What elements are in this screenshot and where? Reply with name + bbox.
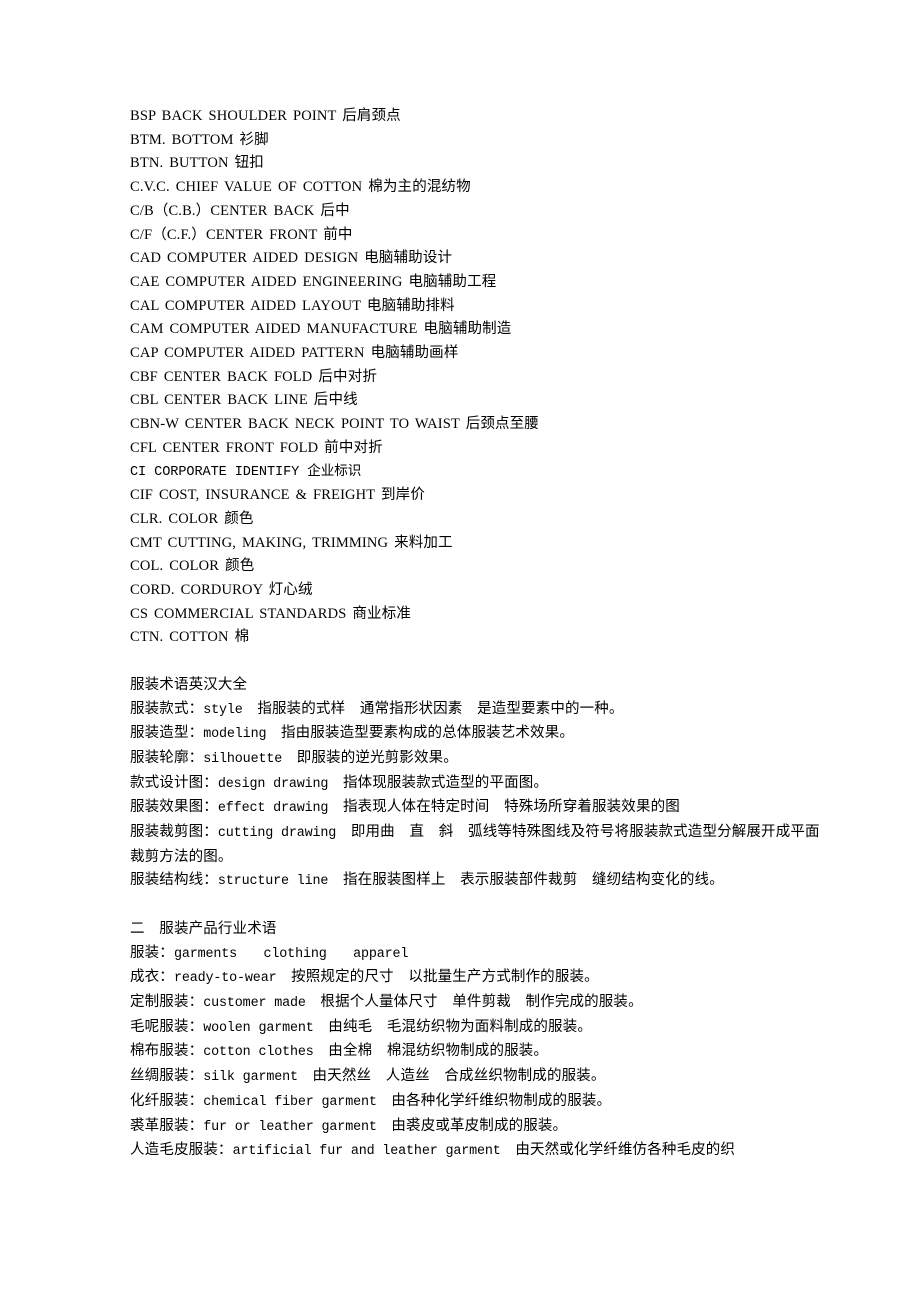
abbreviation-entry: C.V.C. CHIEF VALUE OF COTTON 棉为主的混纺物 (130, 179, 471, 196)
industry-term-entry: 成衣：ready-to-wear 按照规定的尺寸 以批量生产方式制作的服装。 (130, 966, 830, 991)
document-body: BSP BACK SHOULDER POINT 后肩颈点 BTM. BOTTOM … (130, 105, 830, 1164)
term-description: 由裘皮或革皮制成的服装。 (376, 1117, 568, 1134)
abbreviation-entry: CI CORPORATE IDENTIFY 企业标识 (130, 464, 362, 480)
design-term-entry: 服装结构线：structure line 指在服装图样上 表示服装部件裁剪 缝纫… (130, 869, 830, 894)
term-description: 由纯毛 毛混纺织物为面料制成的服装。 (313, 1018, 593, 1035)
term-label-en: modeling (203, 727, 267, 743)
term-label-en: structure line (217, 874, 329, 890)
abbreviation-entry: CAM COMPUTER AIDED MANUFACTURE 电脑辅助制造 (130, 321, 512, 338)
term-label-en: design drawing (217, 776, 329, 792)
term-label-cn: 服装裁剪图： (130, 824, 218, 841)
design-term-entry: 服装款式：style 指服装的式样 通常指形状因素 是造型要素中的一种。 (130, 698, 830, 723)
term-description: 由全棉 棉混纺织物制成的服装。 (313, 1043, 549, 1060)
industry-term-entry: 丝绸服装：silk garment 由天然丝 人造丝 合成丝织物制成的服装。 (130, 1065, 830, 1090)
abbreviation-entry: CS COMMERCIAL STANDARDS 商业标准 (130, 605, 412, 622)
term-label-en: artificial fur and leather garment (232, 1144, 501, 1160)
term-label-en: customer made (203, 995, 306, 1011)
term-description: 根据个人量体尺寸 单件剪裁 制作完成的服装。 (305, 993, 643, 1010)
term-label-en: silhouette (203, 751, 283, 767)
section-industry-terms: 二 服装产品行业术语 服装：garments clothing apparel 成… (130, 918, 830, 1164)
term-label-cn: 棉布服装： (130, 1043, 204, 1060)
term-label-en: ready-to-wear (173, 971, 277, 987)
term-label-cn: 裘革服装： (130, 1117, 204, 1134)
industry-term-entry: 棉布服装：cotton clothes 由全棉 棉混纺织物制成的服装。 (130, 1040, 830, 1065)
term-label-cn: 服装款式： (130, 700, 204, 717)
abbreviation-entry: COL. COLOR 颜色 (130, 558, 255, 575)
term-description: 指服装的式样 通常指形状因素 是造型要素中的一种。 (242, 700, 624, 717)
abbreviation-entry: CAP COMPUTER AIDED PATTERN 电脑辅助画样 (130, 345, 459, 362)
term-label-en: cotton clothes (203, 1045, 314, 1061)
term-description: 即服装的逆光剪影效果。 (282, 749, 458, 766)
term-label-en: silk garment (203, 1070, 298, 1086)
term-description: 指由服装造型要素构成的总体服装艺术效果。 (266, 725, 574, 742)
industry-term-entry: 裘革服装：fur or leather garment 由裘皮或革皮制成的服装。 (130, 1115, 830, 1140)
term-label-cn: 成衣： (130, 969, 174, 986)
abbreviation-entry: BTM. BOTTOM 衫脚 (130, 131, 269, 148)
abbreviation-entry: CORD. CORDUROY 灯心绒 (130, 582, 313, 599)
design-term-entry: 款式设计图：design drawing 指体现服装款式造型的平面图。 (130, 772, 830, 797)
term-label-cn: 丝绸服装： (130, 1068, 204, 1085)
industry-term-entry: 服装：garments clothing apparel (130, 942, 830, 967)
term-label-cn: 服装轮廓： (130, 749, 204, 766)
term-label-cn: 人造毛皮服装： (130, 1142, 233, 1159)
abbreviation-entry: CBL CENTER BACK LINE 后中线 (130, 392, 358, 409)
term-description: 由各种化学纤维织物制成的服装。 (376, 1092, 612, 1109)
design-term-entry: 服装轮廓：silhouette 即服装的逆光剪影效果。 (130, 747, 830, 772)
industry-terms-entries: 服装：garments clothing apparel 成衣：ready-to-… (130, 942, 830, 1164)
abbreviation-entry: CAD COMPUTER AIDED DESIGN 电脑辅助设计 (130, 250, 453, 267)
term-description: 由天然丝 人造丝 合成丝织物制成的服装。 (297, 1068, 606, 1085)
term-label-en: style (203, 702, 243, 718)
abbreviation-entry: BSP BACK SHOULDER POINT 后肩颈点 (130, 108, 401, 124)
term-label-en: fur or leather garment (203, 1119, 377, 1135)
industry-term-entry: 毛呢服装：woolen garment 由纯毛 毛混纺织物为面料制成的服装。 (130, 1016, 830, 1041)
industry-term-entry: 人造毛皮服装：artificial fur and leather garmen… (130, 1139, 830, 1164)
design-terms-entries: 服装款式：style 指服装的式样 通常指形状因素 是造型要素中的一种。 服装造型… (130, 698, 830, 895)
abbreviation-entry: C/F（C.F.）CENTER FRONT 前中 (130, 226, 353, 243)
abbreviation-entry: CMT CUTTING, MAKING, TRIMMING 来料加工 (130, 534, 453, 551)
abbreviation-entry: CAL COMPUTER AIDED LAYOUT 电脑辅助排料 (130, 297, 455, 314)
abbreviation-entry: C/B（C.B.）CENTER BACK 后中 (130, 202, 350, 219)
term-label-en: woolen garment (203, 1020, 314, 1036)
industry-term-entry: 定制服装：customer made 根据个人量体尺寸 单件剪裁 制作完成的服装… (130, 991, 830, 1016)
section-heading-industry-terms: 二 服装产品行业术语 (130, 920, 277, 937)
term-label-cn: 服装： (130, 944, 174, 961)
design-term-entry: 服装造型：modeling 指由服装造型要素构成的总体服装艺术效果。 (130, 722, 830, 747)
term-label-en: garments clothing apparel (173, 946, 409, 962)
industry-term-entry: 化纤服装：chemical fiber garment 由各种化学纤维织物制成的… (130, 1090, 830, 1115)
term-label-en: effect drawing (217, 801, 329, 817)
abbreviation-entry: CIF COST, INSURANCE & FREIGHT 到岸价 (130, 487, 425, 504)
term-label-en: cutting drawing (217, 826, 337, 842)
design-term-entry: 服装效果图：effect drawing 指表现人体在特定时间 特殊场所穿着服装… (130, 796, 830, 821)
term-description: 指体现服装款式造型的平面图。 (328, 774, 549, 791)
term-label-cn: 服装效果图： (130, 799, 218, 816)
term-label-cn: 服装造型： (130, 725, 204, 742)
document-page: BSP BACK SHOULDER POINT 后肩颈点 BTM. BOTTOM … (0, 0, 920, 1302)
section-heading-design-terms: 服装术语英汉大全 (130, 676, 248, 693)
section-abbreviations: BSP BACK SHOULDER POINT 后肩颈点 BTM. BOTTOM … (130, 105, 830, 650)
term-description: 指表现人体在特定时间 特殊场所穿着服装效果的图 (328, 799, 680, 816)
term-description: 由天然或化学纤维仿各种毛皮的织 (500, 1142, 736, 1159)
term-label-cn: 毛呢服装： (130, 1018, 204, 1035)
term-label-cn: 定制服装： (130, 993, 204, 1010)
abbreviation-entry: CLR. COLOR 颜色 (130, 510, 254, 527)
term-description: 指在服装图样上 表示服装部件裁剪 缝纫结构变化的线。 (328, 872, 724, 889)
abbreviation-entry: CFL CENTER FRONT FOLD 前中对折 (130, 439, 383, 456)
term-label-cn: 服装结构线： (130, 872, 218, 889)
design-term-entry: 服装裁剪图：cutting drawing 即用曲 直 斜 弧线等特殊图线及符号… (130, 821, 830, 869)
section-design-terms: 服装术语英汉大全 服装款式：style 指服装的式样 通常指形状因素 是造型要素… (130, 674, 830, 894)
term-label-en: chemical fiber garment (203, 1094, 377, 1110)
abbreviation-entry: CAE COMPUTER AIDED ENGINEERING 电脑辅助工程 (130, 273, 497, 290)
abbreviation-entry: BTN. BUTTON 钮扣 (130, 155, 264, 172)
abbreviation-entry: CBF CENTER BACK FOLD 后中对折 (130, 368, 377, 385)
term-label-cn: 化纤服装： (130, 1092, 204, 1109)
abbreviation-entry: CTN. COTTON 棉 (130, 629, 250, 646)
term-description: 按照规定的尺寸 以批量生产方式制作的服装。 (276, 969, 599, 986)
term-label-cn: 款式设计图： (130, 774, 218, 791)
abbreviation-entry: CBN-W CENTER BACK NECK POINT TO WAIST 后颈… (130, 416, 539, 433)
